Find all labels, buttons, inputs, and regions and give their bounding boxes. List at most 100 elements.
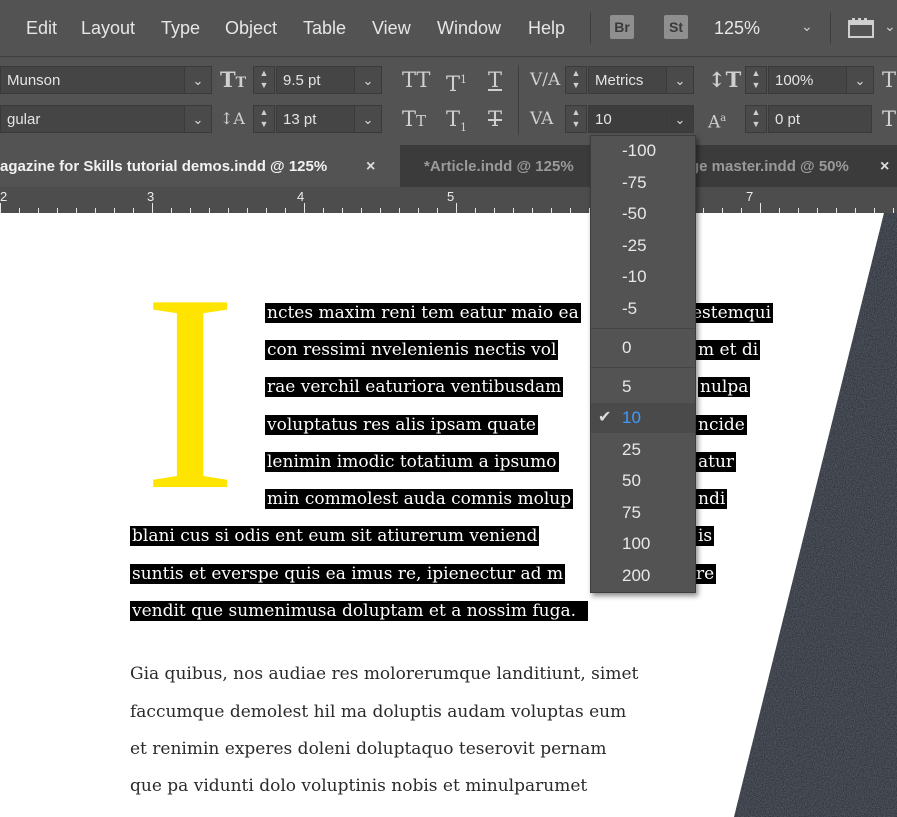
kerning-stepper-icon[interactable]: ▲ ▼ [565, 66, 587, 94]
selected-text-line[interactable]: lenimin imodic totatium a ipsumo [265, 452, 559, 472]
font-family-field[interactable]: Munson [0, 66, 186, 94]
tab-label: ge master.indd @ 50% [690, 158, 849, 175]
zoom-level[interactable]: 125% [714, 16, 760, 40]
dropdown-divider [591, 328, 695, 329]
selected-text-line[interactable]: nulpa [698, 377, 751, 397]
selected-text-line[interactable]: blani cus si odis ent eum sit atiurerum … [130, 526, 540, 546]
tracking-option[interactable]: 5 [591, 372, 695, 402]
document-tab-bar: agazine for Skills tutorial demos.indd @… [0, 145, 897, 187]
selected-text-line[interactable]: con ressimi nvelenienis nectis vol [265, 340, 559, 360]
font-size-stepper-icon[interactable]: ▲ ▼ [253, 66, 275, 94]
tab-page-master[interactable]: ge master.indd @ 50% × [690, 145, 897, 187]
selected-text-line[interactable]: re [694, 564, 717, 584]
tracking-option-selected[interactable]: ✔ 10 [591, 403, 695, 433]
stock-button[interactable]: St [664, 15, 688, 39]
tracking-icon: VA [530, 109, 554, 129]
menu-type[interactable]: Type [161, 16, 200, 40]
font-family-chevron-icon[interactable]: ⌄ [184, 66, 212, 94]
selected-text-line[interactable]: atur [696, 452, 737, 472]
body-text-line[interactable]: Gia quibus, nos audiae res molorerumque … [130, 661, 638, 687]
body-text-line[interactable]: faccumque demolest hil ma doluptis audam… [130, 699, 626, 725]
selected-text-line[interactable]: min commolest auda comnis molup [265, 489, 574, 509]
strikethrough-icon[interactable]: T [488, 105, 502, 133]
leading-stepper-icon[interactable]: ▲ ▼ [253, 105, 275, 133]
kerning-icon: V/A [530, 70, 561, 90]
tracking-field[interactable]: 10 [588, 105, 668, 133]
vertical-scale-field[interactable]: 100% [768, 66, 848, 94]
tracking-option[interactable]: -10 [591, 262, 695, 292]
tab-magazine-demos[interactable]: agazine for Skills tutorial demos.indd @… [0, 145, 400, 187]
subscript-icon[interactable]: T1 [446, 105, 467, 142]
tracking-option[interactable]: -50 [591, 199, 695, 229]
tracking-option[interactable]: 75 [591, 498, 695, 528]
tracking-stepper-icon[interactable]: ▲ ▼ [565, 105, 587, 133]
selected-text-line[interactable]: estemqui [690, 303, 774, 323]
zoom-chevron-icon[interactable]: ⌄ [801, 18, 813, 35]
selected-text-line[interactable]: nctes maxim reni tem eatur maio ea [265, 303, 581, 323]
kerning-chevron-icon[interactable]: ⌄ [666, 66, 694, 94]
all-caps-icon[interactable]: TT [402, 66, 430, 94]
menu-table[interactable]: Table [303, 16, 346, 40]
tracking-option[interactable]: 200 [591, 561, 695, 591]
kerning-field[interactable]: Metrics [588, 66, 668, 94]
ruler-label: 4 [297, 189, 305, 204]
drop-cap[interactable]: I [134, 251, 246, 533]
underline-icon[interactable]: T [488, 66, 502, 94]
tracking-option[interactable]: 0 [591, 333, 695, 363]
menu-divider [590, 12, 591, 44]
font-size-field[interactable]: 9.5 pt [276, 66, 356, 94]
tracking-option[interactable]: -5 [591, 294, 695, 324]
menu-divider [830, 12, 831, 44]
ruler-label: 3 [147, 189, 155, 204]
leading-chevron-icon[interactable]: ⌄ [354, 105, 382, 133]
baseline-shift-icon: Aa [708, 112, 727, 133]
screen-mode-icon[interactable] [848, 17, 874, 39]
selected-text-line[interactable]: is [696, 526, 715, 546]
tracking-option[interactable]: -25 [591, 231, 695, 261]
vertical-scale-stepper-icon[interactable]: ▲ ▼ [745, 66, 767, 94]
selected-text-line[interactable]: ncide [696, 415, 747, 435]
menu-view[interactable]: View [372, 16, 411, 40]
small-caps-icon[interactable]: TT [402, 105, 426, 135]
menu-help[interactable]: Help [528, 16, 565, 40]
leading-field[interactable]: 13 pt [276, 105, 356, 133]
font-style-field[interactable]: gular [0, 105, 186, 133]
ruler-label: 5 [447, 189, 455, 204]
horizontal-ruler[interactable]: 2 3 4 5 7 [0, 187, 897, 214]
body-text-line[interactable]: que pa vidunti dolo voluptinis nobis et … [130, 773, 587, 799]
selected-text-line[interactable]: m et di [696, 340, 761, 360]
ruler-tick [152, 203, 153, 213]
tracking-dropdown: -100 -75 -50 -25 -10 -5 0 5 ✔ 10 25 50 7… [590, 135, 696, 593]
menu-object[interactable]: Object [225, 16, 277, 40]
screen-mode-chevron-icon[interactable]: ⌄ [884, 18, 896, 35]
tracking-option[interactable]: 100 [591, 529, 695, 559]
menu-window[interactable]: Window [437, 16, 501, 40]
tracking-option[interactable]: 50 [591, 466, 695, 496]
control-panel: Munson ⌄ TT ▲ ▼ 9.5 pt ⌄ TT T1 T V/A ▲ ▼ M… [0, 56, 897, 145]
selected-text-line[interactable]: ndi [696, 489, 728, 509]
close-icon[interactable]: × [880, 145, 889, 189]
bridge-button[interactable]: Br [610, 15, 634, 39]
font-style-chevron-icon[interactable]: ⌄ [184, 105, 212, 133]
selected-text-line[interactable]: suntis et everspe quis ea imus re, ipien… [130, 564, 566, 584]
ruler-tick [760, 203, 761, 213]
baseline-shift-stepper-icon[interactable]: ▲ ▼ [745, 105, 767, 133]
document-page[interactable]: I nctes maxim reni tem eatur maio ea est… [0, 213, 897, 817]
body-text-line[interactable]: et renimin experes doleni doluptaquo tes… [130, 736, 607, 762]
baseline-shift-field[interactable]: 0 pt [768, 105, 872, 133]
tracking-option[interactable]: -75 [591, 168, 695, 198]
superscript-icon[interactable]: T1 [446, 66, 467, 98]
tracking-chevron-icon[interactable]: ⌄ [666, 105, 694, 133]
tracking-option[interactable]: -100 [591, 136, 695, 166]
font-size-chevron-icon[interactable]: ⌄ [354, 66, 382, 94]
tracking-option[interactable]: 25 [591, 435, 695, 465]
vertical-scale-chevron-icon[interactable]: ⌄ [846, 66, 874, 94]
menu-edit[interactable]: Edit [26, 16, 57, 40]
selected-text-line[interactable]: rae verchil eaturiora ventibusdam [265, 377, 564, 397]
selected-text-line[interactable]: vendit que sumenimusa doluptam et a noss… [130, 601, 589, 621]
close-icon[interactable]: × [366, 145, 375, 189]
selected-text-line[interactable]: voluptatus res alis ipsam quate [265, 415, 538, 435]
skew-icon: T [882, 107, 897, 131]
menu-layout[interactable]: Layout [81, 16, 135, 40]
font-size-icon: TT [220, 67, 247, 92]
